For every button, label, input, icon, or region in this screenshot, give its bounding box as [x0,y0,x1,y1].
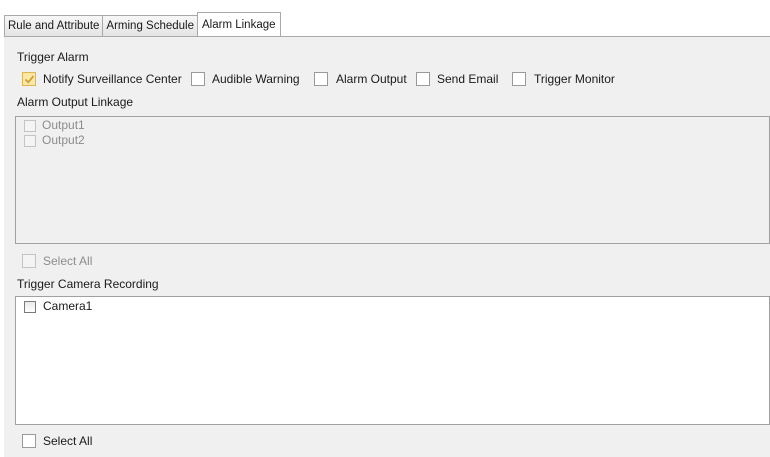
trigger-camera-recording-title: Trigger Camera Recording [17,277,159,291]
trigger-alarm-title: Trigger Alarm [17,50,89,64]
audible-warning-label: Audible Warning [212,72,300,86]
alarm-output-label: Alarm Output [336,72,407,86]
camera1-checkbox[interactable] [24,301,36,313]
alarm-linkage-panel: Trigger Alarm Notify Surveillance Center… [4,37,770,457]
notify-surveillance-center-label: Notify Surveillance Center [43,72,182,86]
camera-select-all-label: Select All [43,434,93,448]
output2-label: Output2 [42,133,85,147]
send-email-label: Send Email [437,72,499,86]
checkmark-icon [24,75,35,84]
camera-select-all-checkbox[interactable] [22,434,36,448]
output1-checkbox[interactable] [24,120,36,132]
trigger-monitor-checkbox[interactable] [512,72,526,86]
notify-surveillance-center-checkbox[interactable] [22,72,36,86]
camera1-label: Camera1 [43,299,93,313]
camera-recording-list[interactable]: Camera1 [15,296,770,425]
alarm-output-select-all-checkbox[interactable] [22,254,36,268]
alarm-output-linkage-title: Alarm Output Linkage [17,95,134,109]
tab-arming-schedule[interactable]: Arming Schedule [102,15,198,36]
alarm-output-select-all-label: Select All [43,254,93,268]
alarm-output-checkbox[interactable] [314,72,328,86]
send-email-checkbox[interactable] [416,72,430,86]
tab-rule-and-attribute[interactable]: Rule and Attribute [4,15,104,36]
output2-checkbox[interactable] [24,135,36,147]
alarm-output-list[interactable]: Output1 Output2 [15,116,770,244]
trigger-monitor-label: Trigger Monitor [534,72,615,86]
output1-label: Output1 [42,118,85,132]
tab-alarm-linkage[interactable]: Alarm Linkage [197,12,281,36]
tab-bar: Rule and Attribute Arming Schedule Alarm… [4,12,770,36]
audible-warning-checkbox[interactable] [191,72,205,86]
